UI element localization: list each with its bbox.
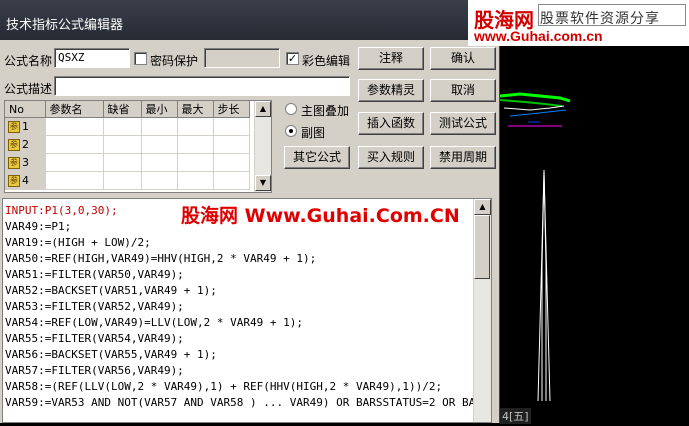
code-line: INPUT:P1(3,0,30); (5, 204, 118, 217)
param-table-header: No 参数名 缺省 最小 最大 步长 (5, 101, 250, 118)
scroll-thumb[interactable] (474, 215, 490, 279)
site-banner: 股海网 股票软件资源分享 www.Guhai.com.cn (468, 0, 689, 46)
code-line: VAR59:=VAR53 AND NOT(VAR57 AND VAR58 ) .… (5, 396, 492, 409)
col-step: 步长 (213, 101, 250, 118)
col-max: 最大 (177, 101, 214, 118)
row-number: 2 (22, 138, 29, 151)
formula-desc-label: 公式描述 (4, 82, 53, 96)
row-number: 1 (22, 120, 29, 133)
subchart-radio[interactable] (285, 125, 297, 137)
test-formula-button[interactable]: 测试公式 (430, 112, 496, 135)
overlay-radio[interactable] (285, 103, 297, 115)
code-line: VAR51:=FILTER(VAR50,VAR49); (5, 268, 184, 281)
code-line: VAR53:=FILTER(VAR52,VAR49); (5, 300, 184, 313)
overlay-lines (499, 92, 571, 127)
row-number: 3 (22, 156, 29, 169)
row-number: 4 (22, 174, 29, 187)
disable-period-button[interactable]: 禁用周期 (430, 146, 496, 169)
overlay-label: 主图叠加 (301, 104, 350, 118)
formula-code-editor[interactable]: INPUT:P1(3,0,30); VAR49:=P1; VAR19:=(HIG… (2, 198, 492, 423)
param-table: No 参数名 缺省 最小 最大 步长 参1 参2 参3 参4 ▲ ▼ (4, 100, 272, 193)
watermark-text: 股海网 Www.Guhai.Com.CN (181, 205, 460, 227)
code-line: VAR54:=REF(LOW,VAR49)=LLV(LOW,2 * VAR49 … (5, 316, 304, 329)
col-no: No (5, 101, 46, 118)
code-line: VAR57:=FILTER(VAR56,VAR49); (5, 364, 184, 377)
col-default: 缺省 (103, 101, 142, 118)
formula-name-input[interactable]: QSXZ (54, 48, 130, 68)
subchart-label: 副图 (301, 126, 326, 140)
scroll-down-icon[interactable]: ▼ (255, 175, 271, 191)
scroll-up-icon[interactable]: ▲ (474, 199, 491, 215)
code-line: VAR55:=FILTER(VAR54,VAR49); (5, 332, 184, 345)
scroll-up-icon[interactable]: ▲ (255, 101, 271, 117)
banner-slogan: 股票软件资源分享 (540, 11, 660, 27)
title-bar: 技术指标公式编辑器 (0, 0, 500, 40)
color-edit-checkbox[interactable]: ✓ (286, 52, 299, 65)
password-input[interactable] (204, 48, 280, 68)
table-row[interactable]: 参1 (5, 117, 250, 136)
banner-url: www.Guhai.com.cn (474, 28, 603, 44)
indicator-chart (499, 46, 689, 423)
indicator-chart-svg (499, 92, 571, 402)
password-checkbox[interactable] (134, 52, 147, 65)
formula-editor-dialog: 技术指标公式编辑器 公式名称 QSXZ 密码保护 ✓ 彩色编辑 注释 确认 公式… (0, 0, 500, 423)
cancel-button[interactable]: 取消 (430, 79, 496, 102)
code-line: VAR52:=BACKSET(VAR51,VAR49 + 1); (5, 284, 217, 297)
param-row-icon: 参 (8, 121, 20, 133)
param-row-icon: 参 (8, 157, 20, 169)
password-label: 密码保护 (150, 54, 199, 68)
code-line: VAR50:=REF(HIGH,VAR49)=HHV(HIGH,2 * VAR4… (5, 252, 317, 265)
param-row-icon: 参 (8, 139, 20, 151)
window-title: 技术指标公式编辑器 (6, 18, 124, 33)
table-row[interactable]: 参4 (5, 171, 250, 190)
col-min: 最小 (141, 101, 178, 118)
param-wizard-button[interactable]: 参数精灵 (358, 79, 424, 102)
code-line: VAR58:=(REF(LLV(LOW,2 * VAR49),1) + REF(… (5, 380, 443, 393)
formula-name-label: 公式名称 (4, 54, 53, 68)
buy-rule-button[interactable]: 买入规则 (358, 146, 424, 169)
table-row[interactable]: 参2 (5, 135, 250, 154)
formula-desc-input[interactable] (54, 76, 350, 96)
annotate-button[interactable]: 注释 (358, 47, 424, 70)
confirm-button[interactable]: 确认 (430, 47, 496, 70)
code-line: VAR56:=BACKSET(VAR55,VAR49 + 1); (5, 348, 217, 361)
insert-function-button[interactable]: 插入函数 (358, 112, 424, 135)
chart-footer-label: 4[五] (500, 408, 531, 424)
table-row[interactable]: 参3 (5, 153, 250, 172)
code-line: VAR49:=P1; (5, 220, 72, 233)
param-row-icon: 参 (8, 175, 20, 187)
other-formula-button[interactable]: 其它公式 (284, 146, 350, 169)
param-table-scrollbar[interactable]: ▲ ▼ (254, 101, 271, 192)
color-edit-label: 彩色编辑 (302, 54, 351, 68)
spike-line (537, 169, 551, 402)
code-line: VAR19:=(HIGH + LOW)/2; (5, 236, 151, 249)
code-scrollbar[interactable]: ▲ (473, 199, 491, 422)
col-param-name: 参数名 (45, 101, 104, 118)
